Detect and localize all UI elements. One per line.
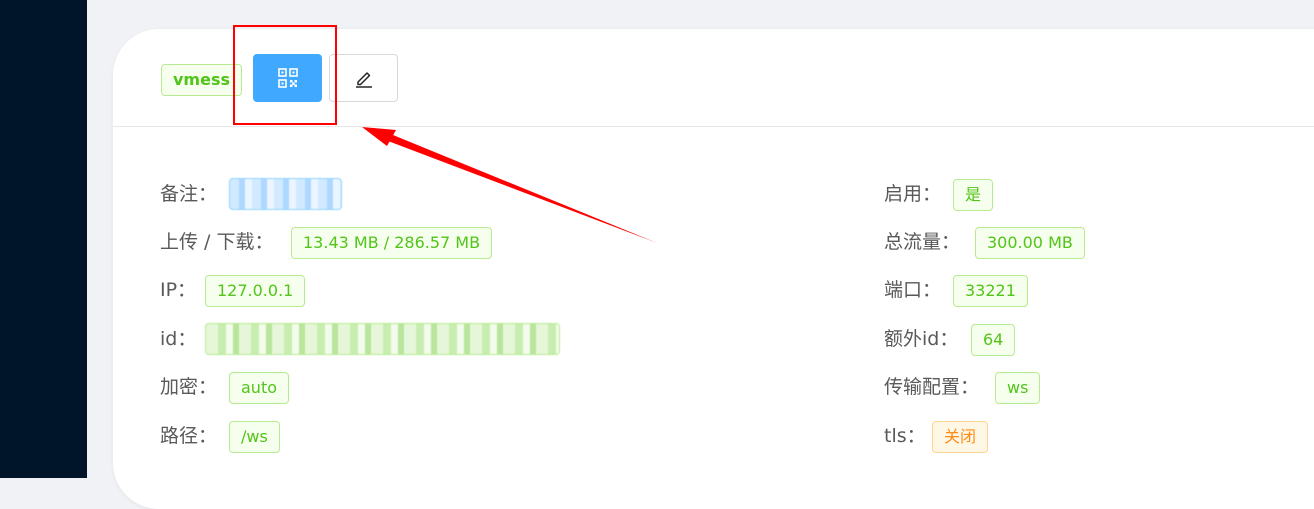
sidebar [0, 0, 87, 478]
remark-value-redacted [229, 178, 342, 210]
total-traffic-value-tag: 300.00 MB [975, 227, 1085, 259]
transport-value-tag: ws [995, 372, 1041, 404]
alter-id-label: 额外id： [884, 328, 959, 350]
annotation-highlight-box [233, 25, 337, 125]
tls-value-tag: 关闭 [932, 421, 989, 453]
ip-label: IP： [160, 279, 197, 301]
path-label: 路径： [160, 425, 218, 447]
enable-value-tag: 是 [953, 179, 994, 211]
security-value-tag: auto [229, 372, 290, 404]
ip-value-tag: 127.0.0.1 [205, 275, 306, 307]
total-traffic-label: 总流量： [884, 231, 961, 253]
port-value-tag: 33221 [953, 275, 1028, 307]
id-value-redacted [205, 323, 560, 355]
remark-label: 备注： [160, 183, 218, 205]
security-label: 加密： [160, 376, 218, 398]
tls-label: tls： [884, 425, 926, 447]
path-value-tag: /ws [229, 421, 280, 453]
enable-label: 启用： [884, 183, 942, 205]
protocol-tag: vmess [161, 64, 242, 96]
edit-button[interactable] [329, 54, 398, 102]
transport-label: 传输配置： [884, 376, 980, 398]
id-label: id： [160, 328, 197, 350]
traffic-value-tag: 13.43 MB / 286.57 MB [291, 227, 493, 259]
traffic-label: 上传 / 下载： [160, 231, 274, 253]
port-label: 端口： [884, 279, 942, 301]
edit-icon [355, 72, 372, 88]
alter-id-value-tag: 64 [971, 324, 1016, 356]
